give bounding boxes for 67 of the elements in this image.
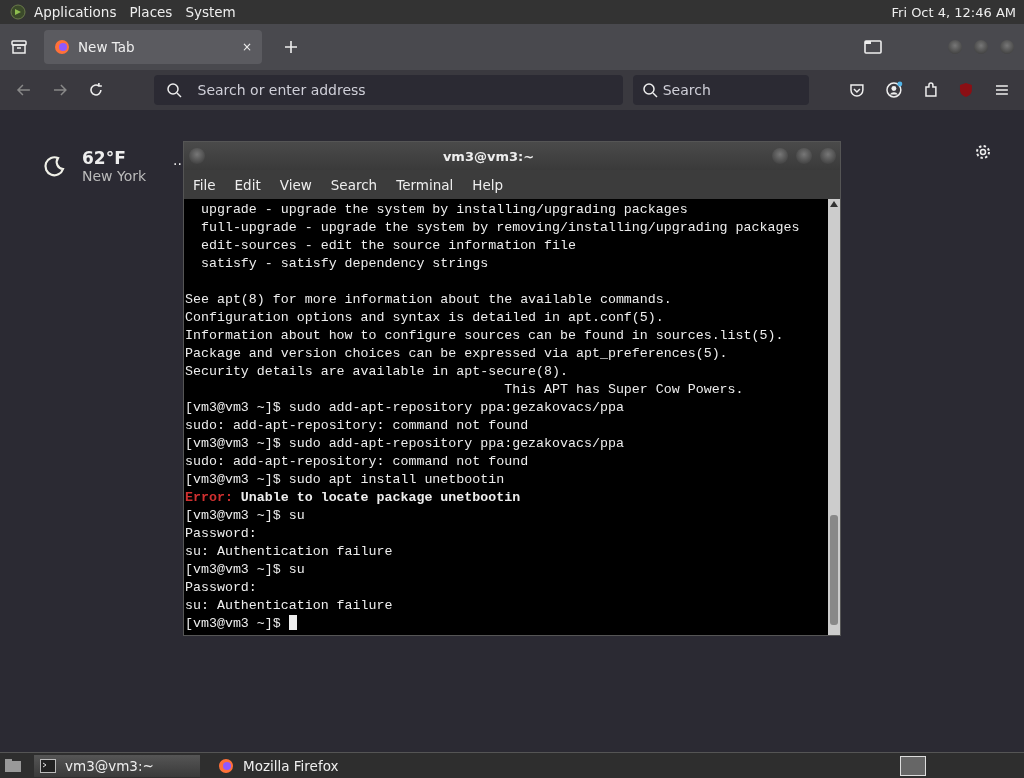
error-line: Error: Unable to locate package unetbootin bbox=[185, 490, 521, 505]
settings-icon[interactable] bbox=[975, 144, 991, 160]
taskbar-button[interactable]: Mozilla Firefox bbox=[212, 754, 380, 777]
terminal-line: su: Authentication failure bbox=[185, 544, 393, 559]
back-icon[interactable] bbox=[16, 82, 32, 98]
menu-icon[interactable] bbox=[994, 82, 1011, 98]
terminal-line: upgrade - upgrade the system by installing/upgrading packages bbox=[199, 202, 688, 217]
terminal-line: satisfy - satisfy dependency strings bbox=[199, 256, 489, 271]
terminal-line: sudo: add-apt-repository: command not found bbox=[185, 454, 529, 469]
terminal-line: edit-sources - edit the source information file bbox=[199, 238, 576, 253]
terminal-line: [vm3@vm3 ~]$ sudo add-apt-repository ppa:gezakovacs/ppa bbox=[185, 436, 624, 451]
terminal-line: full-upgrade - upgrade the system by removing/installing/upgrading packages bbox=[199, 220, 800, 235]
taskbar-button[interactable]: vm3@vm3:~ bbox=[34, 754, 200, 777]
terminal-line: [vm3@vm3 ~]$ su bbox=[185, 508, 305, 523]
terminal-line: Configuration options and syntax is detailed in apt.conf(5). bbox=[185, 310, 664, 325]
terminal-line: [vm3@vm3 ~]$ sudo apt install unetbootin bbox=[185, 472, 505, 487]
cursor bbox=[288, 615, 297, 630]
menu-item[interactable]: Edit bbox=[234, 176, 261, 193]
pocket-icon[interactable] bbox=[848, 82, 865, 98]
terminal-line: Information about how to configure sources can be found in sources.list(5). bbox=[185, 328, 784, 343]
menu-item[interactable]: Terminal bbox=[396, 176, 454, 193]
terminal-line: Password: bbox=[185, 526, 257, 541]
close-tab-button[interactable]: × bbox=[241, 40, 252, 54]
panel-menu[interactable]: Places bbox=[129, 4, 173, 20]
account-icon[interactable] bbox=[884, 81, 903, 99]
terminal-logo-icon[interactable] bbox=[10, 4, 26, 20]
browser-tab[interactable]: New Tab × bbox=[44, 30, 262, 64]
panel-menu[interactable]: Applications bbox=[34, 4, 117, 20]
scroll-up-icon[interactable] bbox=[830, 201, 838, 207]
forward-icon[interactable] bbox=[51, 82, 68, 98]
moon-icon bbox=[42, 154, 66, 178]
menu-item[interactable]: Search bbox=[330, 176, 378, 193]
menu-item[interactable]: File bbox=[193, 176, 216, 193]
show-desktop-icon[interactable] bbox=[4, 757, 22, 774]
browser-logo-icon bbox=[54, 39, 70, 55]
terminal-line: [vm3@vm3 ~]$ su bbox=[185, 562, 305, 577]
window-icon[interactable] bbox=[864, 40, 882, 54]
clock[interactable]: Fri Oct 4, 12:46 AM bbox=[891, 4, 1016, 20]
reload-icon[interactable] bbox=[87, 82, 104, 98]
scrollbar-thumb[interactable] bbox=[830, 515, 838, 625]
temperature: 62°F bbox=[82, 148, 127, 168]
window-title: vm3@vm3:~ bbox=[441, 148, 536, 164]
terminal-icon bbox=[40, 758, 56, 773]
terminal-line: Package and version choices can be expressed via apt_preferences(5). bbox=[185, 346, 728, 361]
terminal-line: See apt(8) for more information about the available commands. bbox=[185, 292, 672, 307]
browser-logo-icon bbox=[218, 757, 234, 774]
menu-item[interactable]: Help bbox=[472, 176, 504, 193]
address-field[interactable]: Search or enter address bbox=[153, 75, 623, 105]
terminal-line: Security details are available in apt-secure(8). bbox=[185, 364, 568, 379]
extensions-icon[interactable] bbox=[922, 82, 939, 98]
workspace-switcher[interactable] bbox=[900, 755, 926, 776]
terminal-line: [vm3@vm3 ~]$ sudo add-apt-repository ppa:gezakovacs/ppa bbox=[185, 400, 624, 415]
terminal-line: This APT has Super Cow Powers. bbox=[503, 382, 744, 397]
panel-menu[interactable]: System bbox=[185, 4, 236, 20]
menu-item[interactable]: View bbox=[279, 176, 312, 193]
prompt: [vm3@vm3 ~]$ bbox=[185, 616, 282, 631]
search-icon bbox=[165, 82, 182, 98]
city-name: New York bbox=[82, 168, 147, 184]
search-field[interactable]: Search bbox=[632, 75, 809, 105]
new-tab-icon[interactable] bbox=[284, 40, 298, 54]
terminal-line: Password: bbox=[185, 580, 257, 595]
tray-icon[interactable] bbox=[10, 38, 28, 56]
scrollbar[interactable] bbox=[828, 199, 840, 635]
terminal-line: sudo: add-apt-repository: command not found bbox=[185, 418, 529, 433]
terminal-line: su: Authentication failure bbox=[185, 598, 393, 613]
more-dots[interactable]: .. bbox=[173, 152, 182, 168]
search-icon bbox=[641, 82, 658, 98]
